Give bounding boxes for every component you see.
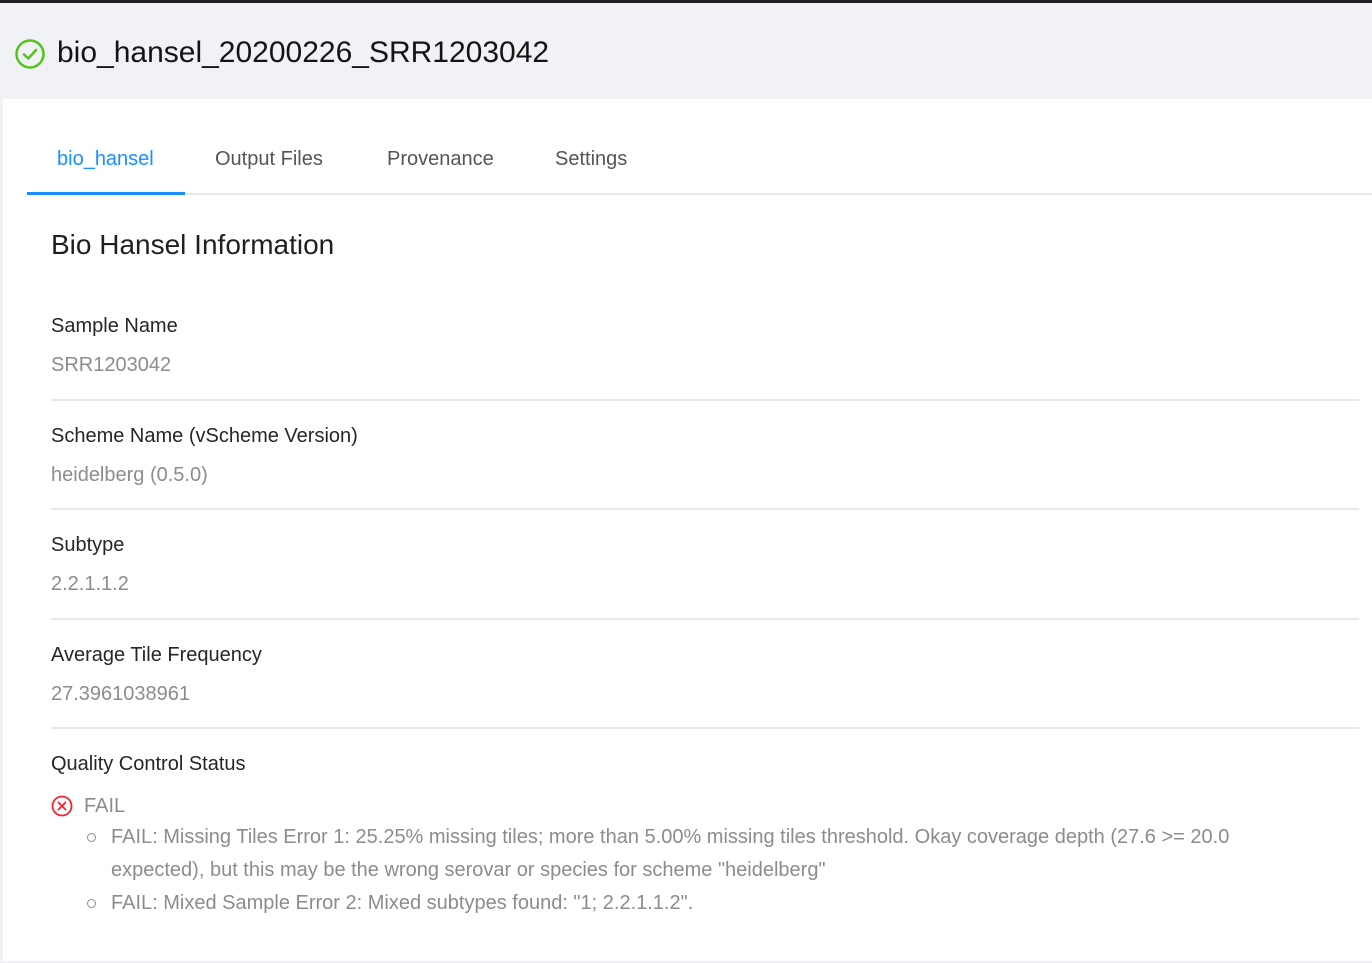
tab-bio-hansel[interactable]: bio_hansel [57, 143, 154, 175]
field-average-tile-frequency: Average Tile Frequency 27.3961038961 [51, 641, 1359, 708]
field-scheme-name: Scheme Name (vScheme Version) heidelberg… [51, 422, 1359, 489]
qc-message: FAIL: Missing Tiles Error 1: 25.25% miss… [87, 821, 1287, 887]
close-circle-icon [51, 795, 73, 817]
qc-status-text: FAIL [84, 795, 126, 817]
tab-provenance[interactable]: Provenance [387, 143, 494, 175]
field-label: Average Tile Frequency [51, 644, 262, 666]
qc-message-list: FAIL: Missing Tiles Error 1: 25.25% miss… [87, 821, 1287, 920]
section-title: Bio Hansel Information [51, 229, 335, 260]
page-title: bio_hansel_20200226_SRR1203042 [57, 36, 550, 69]
field-label: Sample Name [51, 315, 178, 337]
field-subtype: Subtype 2.2.1.1.2 [51, 531, 1359, 598]
field-label: Subtype [51, 534, 125, 556]
field-value: 27.3961038961 [51, 683, 191, 705]
main-content: bio_hansel Output Files Provenance Setti… [3, 99, 1372, 961]
divider [51, 618, 1359, 620]
field-value: 2.2.1.1.2 [51, 573, 129, 595]
field-quality-control-status: Quality Control Status [51, 750, 1359, 778]
divider [51, 508, 1359, 510]
field-label: Quality Control Status [51, 753, 246, 775]
field-value: SRR1203042 [51, 354, 172, 376]
field-label: Scheme Name (vScheme Version) [51, 425, 358, 447]
qc-message-text: FAIL: Missing Tiles Error 1: 25.25% miss… [111, 826, 1230, 881]
check-circle-icon [14, 38, 46, 70]
bullet-icon [87, 899, 96, 908]
active-tab-indicator [27, 192, 185, 195]
field-sample-name: Sample Name SRR1203042 [51, 312, 1359, 379]
tab-settings[interactable]: Settings [555, 143, 627, 175]
tab-bar: bio_hansel Output Files Provenance Setti… [27, 99, 1372, 195]
qc-message-text: FAIL: Mixed Sample Error 2: Mixed subtyp… [111, 892, 694, 914]
tab-output-files[interactable]: Output Files [215, 143, 323, 175]
divider [51, 727, 1359, 729]
field-value: heidelberg (0.5.0) [51, 464, 208, 486]
qc-message: FAIL: Mixed Sample Error 2: Mixed subtyp… [87, 887, 1287, 920]
page-header: bio_hansel_20200226_SRR1203042 [0, 3, 1372, 99]
bullet-icon [87, 833, 96, 842]
divider [51, 399, 1359, 401]
